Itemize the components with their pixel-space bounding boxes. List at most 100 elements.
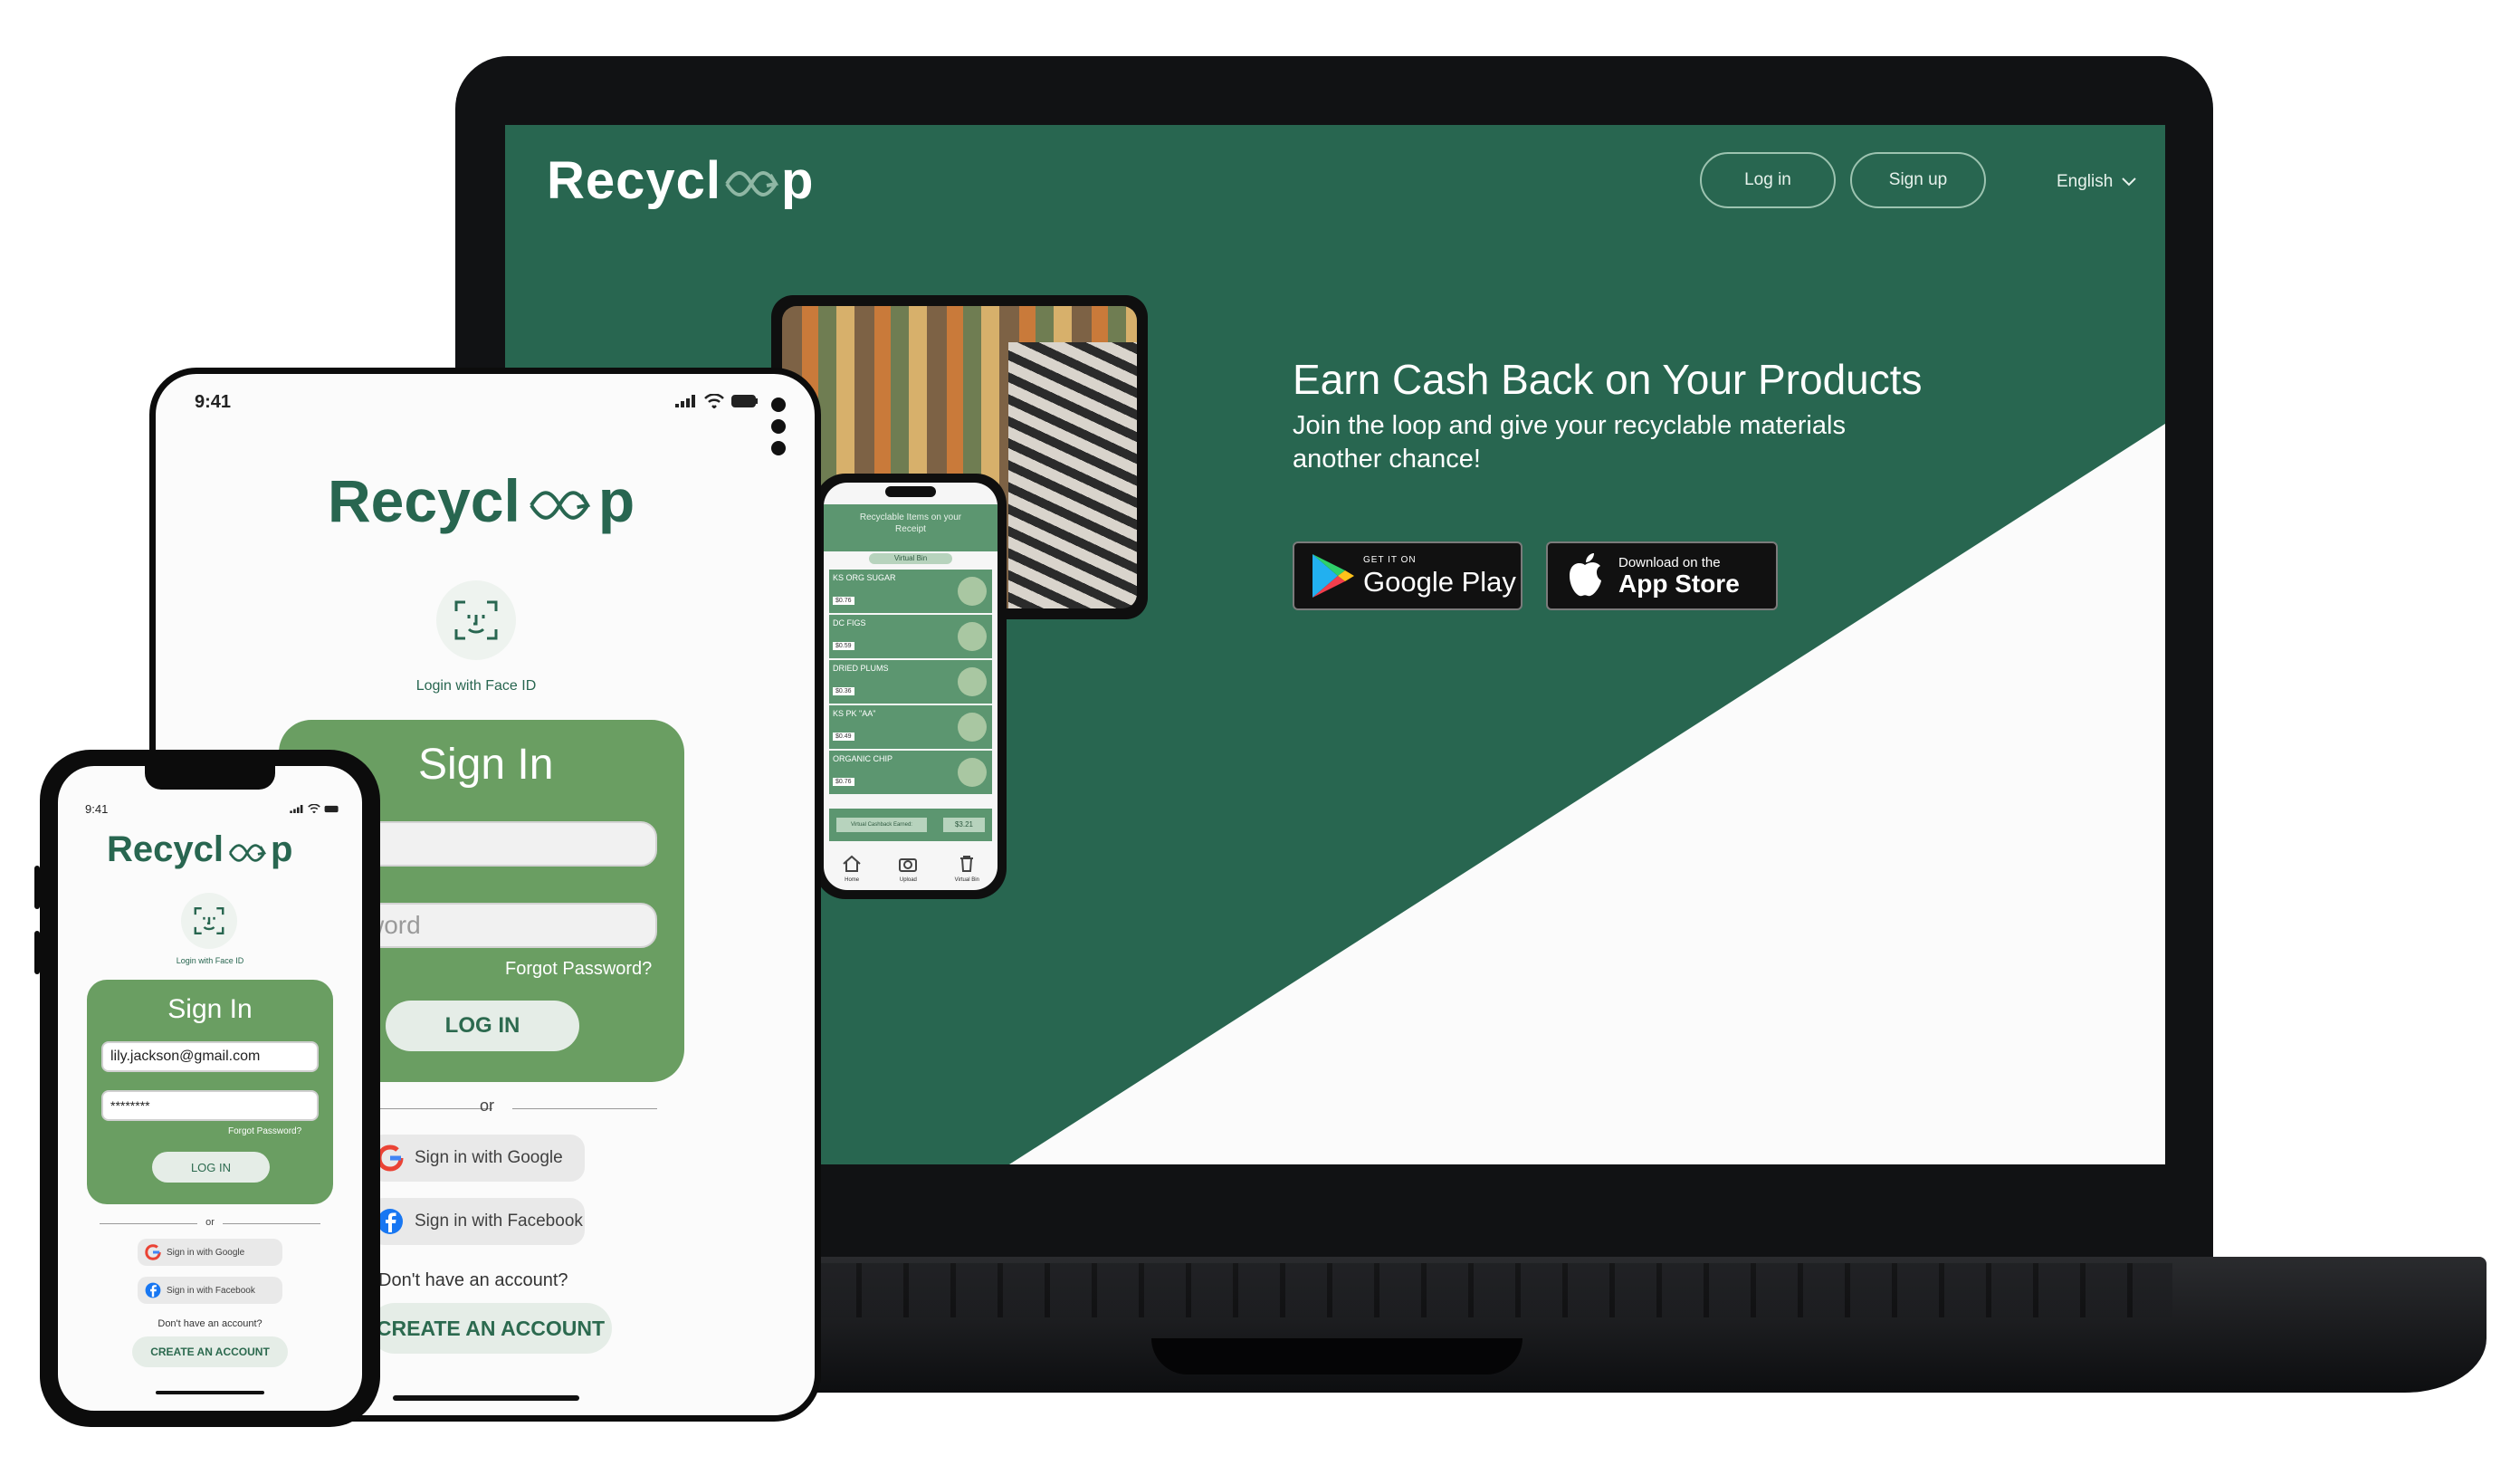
face-id-button[interactable] bbox=[436, 580, 516, 660]
password-field[interactable]: word bbox=[364, 903, 657, 948]
mini-app-item[interactable]: KS PK "AA" $0.49 bbox=[829, 705, 992, 749]
camera-dot-icon bbox=[771, 397, 786, 412]
trash-bin-icon bbox=[960, 855, 974, 872]
mini-app-item[interactable]: KS ORG SUGAR $0.76 bbox=[829, 570, 992, 613]
facebook-signin-button[interactable]: Sign in with Facebook bbox=[138, 1277, 282, 1304]
logo-text-prefix: Recycl bbox=[547, 151, 722, 210]
logo-text-suffix: p bbox=[781, 151, 815, 210]
chevron-down-icon bbox=[2122, 177, 2137, 187]
battery-icon bbox=[731, 395, 758, 407]
mini-app-header: Recyclable Items on your Receipt bbox=[824, 504, 998, 551]
mini-app-item-name: ORGANIC CHIP bbox=[833, 754, 893, 763]
phone-side-button bbox=[34, 931, 40, 974]
nav-home[interactable]: Home bbox=[842, 855, 862, 883]
google-icon bbox=[145, 1244, 161, 1260]
product-thumbnail-icon bbox=[958, 577, 987, 606]
hero-title: Earn Cash Back on Your Products bbox=[1293, 356, 1923, 403]
signin-title: Sign In bbox=[167, 994, 253, 1024]
mini-app-item-name: DC FIGS bbox=[833, 618, 866, 627]
logo-text-suffix: p bbox=[270, 829, 293, 869]
mini-phone-frame: Recyclable Items on your Receipt Virtual… bbox=[815, 474, 1007, 899]
create-account-button[interactable]: CREATE AN ACCOUNT bbox=[132, 1336, 288, 1367]
no-account-text: Don't have an account? bbox=[378, 1270, 568, 1290]
loop-arrows-icon bbox=[228, 843, 267, 862]
google-play-icon bbox=[1312, 554, 1354, 598]
app-store-big: App Store bbox=[1618, 569, 1740, 598]
divider-line bbox=[512, 1108, 657, 1109]
phone-status-time: 9:41 bbox=[85, 802, 109, 816]
email-field[interactable]: lily.jackson@gmail.com bbox=[101, 1041, 319, 1072]
wifi-icon bbox=[704, 394, 724, 408]
laptop-hinge-notch bbox=[1151, 1338, 1522, 1374]
camera-dot-icon bbox=[771, 419, 786, 434]
product-thumbnail-icon bbox=[958, 713, 987, 742]
nav-upload[interactable]: Upload bbox=[898, 855, 918, 883]
mini-app-item[interactable]: ORGANIC CHIP $0.76 bbox=[829, 751, 992, 794]
no-account-text: Don't have an account? bbox=[158, 1318, 262, 1329]
tablet-status-time: 9:41 bbox=[195, 392, 232, 412]
facebook-signin-label: Sign in with Facebook bbox=[167, 1285, 255, 1296]
product-thumbnail-icon bbox=[958, 758, 987, 787]
forgot-password-link[interactable]: Forgot Password? bbox=[228, 1126, 301, 1136]
mini-phone-notch bbox=[885, 486, 936, 497]
phone-screen: 9:41 Recycl p Login with Face ID Sign In bbox=[58, 766, 362, 1411]
landing-logo[interactable]: Recycl p bbox=[547, 150, 814, 211]
mini-app-item[interactable]: DRIED PLUMS $0.36 bbox=[829, 660, 992, 704]
laptop-keyboard bbox=[815, 1263, 2172, 1317]
google-signin-button[interactable]: Sign in with Google bbox=[369, 1135, 585, 1182]
cashback-value: $3.21 bbox=[943, 818, 985, 832]
phone-frame: 9:41 Recycl p Login with Face ID Sign In bbox=[34, 750, 380, 1427]
nav-home-label: Home bbox=[845, 876, 860, 883]
app-store-small: Download on the bbox=[1618, 554, 1721, 570]
google-signin-button[interactable]: Sign in with Google bbox=[138, 1239, 282, 1266]
mini-app-bottom-nav: Home Upload Virtual Bin bbox=[824, 848, 998, 888]
login-button[interactable]: LOG IN bbox=[152, 1152, 270, 1183]
face-id-label: Login with Face ID bbox=[176, 956, 244, 965]
google-signin-label: Sign in with Google bbox=[415, 1148, 563, 1167]
language-selector[interactable]: English bbox=[2057, 172, 2137, 192]
google-play-big: Google Play bbox=[1363, 566, 1516, 598]
facebook-signin-label: Sign in with Facebook bbox=[415, 1212, 583, 1231]
mini-app-item-price: $0.76 bbox=[833, 597, 854, 605]
camera-dot-icon bbox=[771, 441, 786, 455]
face-id-label: Login with Face ID bbox=[415, 678, 537, 694]
nav-upload-label: Upload bbox=[899, 876, 917, 883]
home-icon bbox=[843, 855, 861, 872]
mini-app-tab[interactable]: Virtual Bin bbox=[869, 553, 952, 564]
mini-app-item-price: $0.59 bbox=[833, 642, 854, 650]
apple-icon bbox=[1570, 553, 1601, 597]
phone-side-button bbox=[34, 866, 40, 909]
face-id-button[interactable] bbox=[181, 893, 237, 949]
home-indicator bbox=[156, 1391, 264, 1394]
login-button[interactable]: LOG IN bbox=[386, 1001, 579, 1051]
google-play-button[interactable]: GET IT ON Google Play bbox=[1293, 541, 1522, 610]
mini-app-item[interactable]: DC FIGS $0.59 bbox=[829, 615, 992, 658]
signup-nav-button[interactable]: Sign up bbox=[1850, 152, 1986, 208]
mini-app-item-price: $0.76 bbox=[833, 778, 854, 786]
google-play-small: GET IT ON bbox=[1363, 555, 1417, 565]
camera-icon bbox=[899, 857, 918, 872]
nav-virtual-bin[interactable]: Virtual Bin bbox=[955, 855, 979, 883]
nav-virtual-bin-label: Virtual Bin bbox=[954, 876, 979, 883]
password-field[interactable]: ******** bbox=[101, 1090, 319, 1121]
tablet-status-icons bbox=[675, 394, 759, 408]
app-store-button[interactable]: Download on the App Store bbox=[1546, 541, 1778, 610]
mini-app-item-price: $0.36 bbox=[833, 687, 854, 695]
google-icon bbox=[377, 1145, 404, 1172]
logo-text-suffix: p bbox=[597, 467, 635, 534]
hero-subtitle-line-2: another chance! bbox=[1293, 445, 1481, 474]
product-thumbnail-icon bbox=[958, 622, 987, 651]
mini-app-cashback-bar: Virtual Cashback Earned: $3.21 bbox=[829, 809, 992, 841]
create-account-button[interactable]: CREATE AN ACCOUNT bbox=[369, 1303, 612, 1354]
phone-status-icons bbox=[290, 804, 340, 813]
cashback-label: Virtual Cashback Earned: bbox=[836, 818, 927, 832]
phone-logo: Recycl p bbox=[107, 829, 292, 870]
facebook-signin-button[interactable]: Sign in with Facebook bbox=[369, 1198, 585, 1245]
or-label: or bbox=[205, 1217, 215, 1228]
phone-notch bbox=[145, 766, 275, 790]
login-nav-button[interactable]: Log in bbox=[1700, 152, 1836, 208]
forgot-password-link[interactable]: Forgot Password? bbox=[505, 959, 652, 980]
email-field[interactable]: il bbox=[364, 821, 657, 867]
loop-arrows-icon bbox=[530, 491, 591, 520]
battery-icon bbox=[324, 805, 339, 812]
